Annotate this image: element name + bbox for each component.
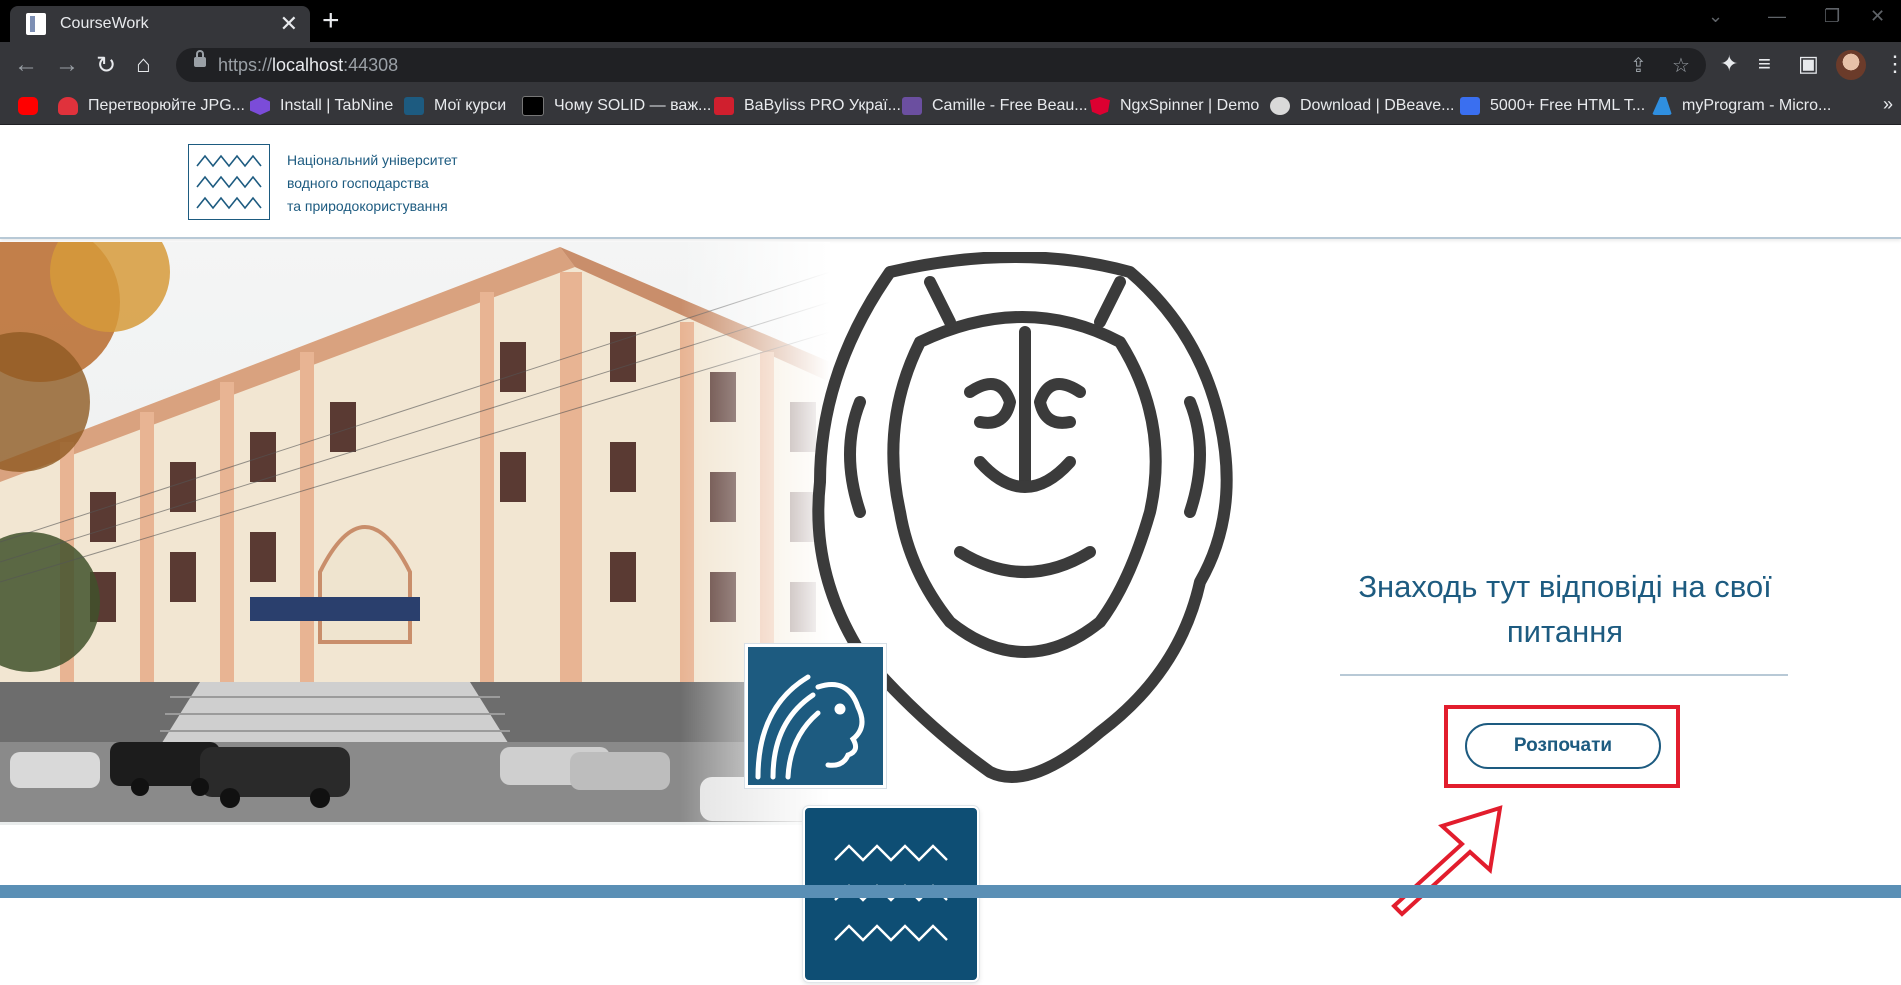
window-close-icon[interactable]: ✕ (1870, 6, 1885, 27)
menu-icon[interactable]: ⋮ (1884, 51, 1901, 77)
bookmark-label: Перетворюйте JPG... (88, 97, 245, 114)
lock-icon[interactable] (194, 50, 206, 67)
bookmark-item[interactable]: Чому SOLID — важ... (522, 94, 711, 118)
bookmark-label: myProgram - Micro... (1682, 97, 1832, 114)
new-tab-button[interactable]: + (322, 4, 340, 38)
minimize-icon[interactable]: — (1768, 6, 1786, 27)
bookmark-item[interactable]: Camille - Free Beau... (902, 94, 1088, 118)
divider (1340, 674, 1788, 676)
browser-tab[interactable]: CourseWork ✕ (10, 6, 310, 42)
tab-title: CourseWork (60, 15, 149, 32)
bookmark-label: Чому SOLID — важ... (554, 97, 712, 114)
page: Національний університет водного господа… (0, 125, 1901, 982)
back-icon[interactable]: ← (14, 51, 38, 79)
university-name-line: Національний університет (287, 152, 458, 168)
azure-icon (1652, 97, 1672, 115)
url-text: https://localhost:44308 (218, 55, 399, 75)
colorlib-icon (902, 97, 922, 115)
bookmark-label: BaByliss PRO Украї... (744, 97, 901, 114)
browser-titlebar: CourseWork ✕ + ⌄ — ❐ ✕ (0, 0, 1901, 42)
bookmark-item[interactable]: BaByliss PRO Украї... (714, 94, 901, 118)
document-icon (26, 13, 46, 35)
nicepage-icon (1460, 97, 1480, 115)
close-tab-icon[interactable]: ✕ (280, 11, 298, 37)
site-header: Національний університет водного господа… (0, 125, 1901, 239)
university-name-line: та природокористування (287, 198, 448, 214)
bookmark-label: Install | TabNine (280, 97, 394, 114)
home-icon[interactable]: ⌂ (136, 51, 151, 79)
heart-icon (58, 97, 78, 115)
browser-toolbar: ← → ↻ ⌂ https://localhost:44308 ⇪ ☆ ✦ ≡ … (0, 42, 1901, 88)
more-bookmarks-icon[interactable]: » (1883, 94, 1893, 115)
bookmark-label: Download | DBeave... (1300, 97, 1455, 114)
bookmark-item[interactable]: Install | TabNine (250, 94, 393, 118)
reload-icon[interactable]: ↻ (96, 51, 116, 80)
bookmark-item[interactable]: NgxSpinner | Demo (1090, 94, 1259, 118)
bookmark-star-icon[interactable]: ☆ (1672, 53, 1690, 78)
hero-section: Знаходь тут відповіді на свої питання Ро… (0, 242, 1901, 982)
bookmark-label: NgxSpinner | Demo (1120, 97, 1260, 114)
address-bar[interactable]: https://localhost:44308 ⇪ ☆ (176, 48, 1706, 82)
extensions-icon[interactable]: ✦ (1720, 51, 1738, 77)
media-control-icon[interactable]: ≡ (1758, 51, 1771, 77)
lion-head-icon (755, 674, 865, 780)
hero-headline: Знаходь тут відповіді на свої питання (1358, 569, 1772, 649)
university-name: Національний університет водного господа… (287, 149, 458, 218)
bookmarks-bar: Перетворюйте JPG... Install | TabNine Мо… (0, 88, 1901, 125)
annotation-arrow-icon (1391, 805, 1503, 917)
moodle-icon (404, 97, 424, 115)
share-icon[interactable]: ⇪ (1630, 53, 1647, 78)
footer-band (0, 885, 1901, 898)
tabnine-icon (250, 97, 270, 115)
lion-logo-tile (745, 644, 886, 788)
youtube-icon (18, 97, 38, 115)
dou-icon (522, 96, 544, 116)
bookmark-youtube[interactable] (18, 94, 48, 118)
profile-avatar[interactable] (1836, 50, 1866, 80)
university-building-image (0, 242, 830, 825)
bookmark-item[interactable]: Перетворюйте JPG... (58, 94, 245, 118)
university-name-line: водного господарства (287, 175, 429, 191)
start-button[interactable]: Розпочати (1465, 723, 1661, 769)
bookmark-item[interactable]: 5000+ Free HTML T... (1460, 94, 1645, 118)
bookmark-item[interactable]: Download | DBeave... (1270, 94, 1454, 118)
bookmark-label: 5000+ Free HTML T... (1490, 97, 1646, 114)
angular-icon (1090, 97, 1110, 115)
tab-search-icon[interactable]: ⌄ (1708, 6, 1723, 27)
bookmark-label: Мої курси (434, 97, 507, 114)
babyliss-icon (714, 97, 734, 115)
forward-icon[interactable]: → (55, 51, 79, 79)
side-panel-icon[interactable]: ▣ (1798, 51, 1819, 77)
restore-icon[interactable]: ❐ (1824, 6, 1840, 27)
logo-waves-icon[interactable] (188, 144, 270, 220)
bookmark-label: Camille - Free Beau... (932, 97, 1088, 114)
bookmark-item[interactable]: myProgram - Micro... (1652, 94, 1831, 118)
bookmark-item[interactable]: Мої курси (404, 94, 506, 118)
dbeaver-icon (1270, 97, 1290, 115)
